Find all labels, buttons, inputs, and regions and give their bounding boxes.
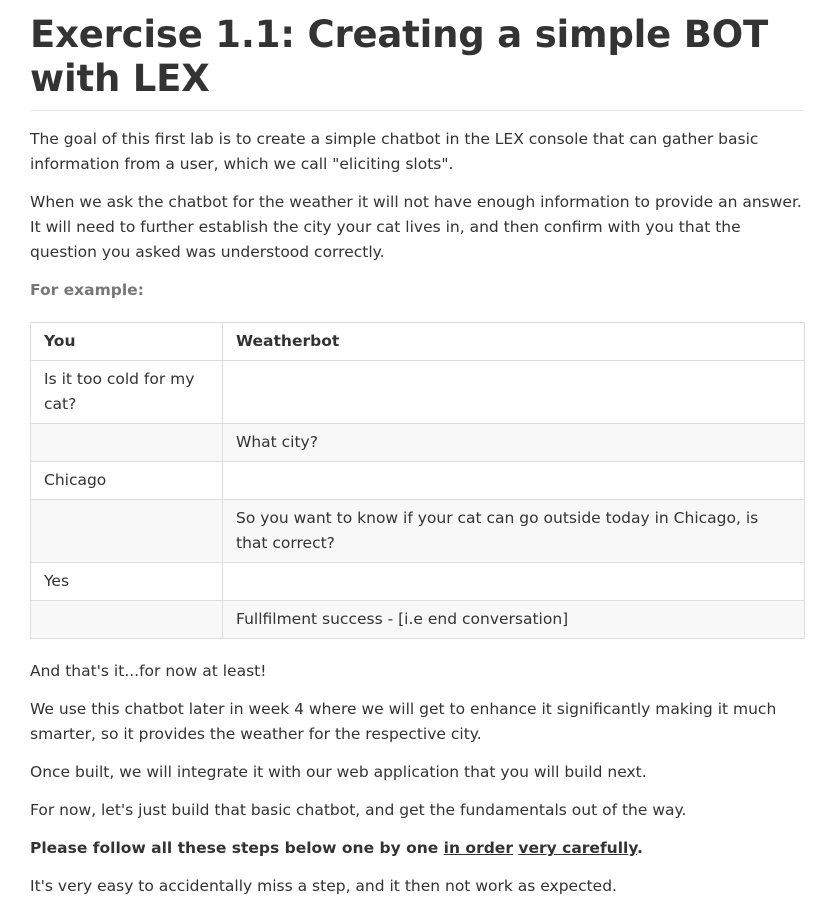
weatherbot-cell: What city? [222, 423, 805, 462]
you-cell [30, 600, 223, 639]
title-divider [30, 110, 804, 111]
warning-paragraph: It's very easy to accidentally miss a st… [30, 877, 617, 895]
header-you: You [30, 322, 223, 361]
weatherbot-cell [222, 562, 805, 601]
outro-paragraph-integrate: Once built, we will integrate it with ou… [30, 763, 647, 781]
instruction-prefix: Please follow all these steps below one … [30, 839, 444, 857]
table-row: What city? [30, 423, 805, 462]
weatherbot-cell [222, 461, 805, 500]
outro-paragraph-thats-it: And that's it...for now at least! [30, 662, 267, 680]
instruction-suffix: . [637, 839, 643, 857]
page-title: Exercise 1.1: Creating a simple BOT with… [30, 13, 769, 100]
weatherbot-cell: Fullfilment success - [i.e end conversat… [222, 600, 805, 639]
intro-paragraph-weather: When we ask the chatbot for the weather … [30, 193, 802, 261]
instruction-paragraph: Please follow all these steps below one … [30, 836, 804, 861]
instruction-text: Please follow all these steps below one … [30, 839, 643, 857]
table-row: Is it too cold for my cat? [30, 360, 805, 424]
exercise-page: Exercise 1.1: Creating a simple BOT with… [0, 0, 834, 899]
table-row: So you want to know if your cat can go o… [30, 499, 805, 563]
very-carefully-emphasis: very carefully [518, 839, 638, 857]
table-row: Fullfilment success - [i.e end conversat… [30, 600, 805, 639]
table-header-row: You Weatherbot [30, 322, 805, 361]
outro-paragraph-fundamentals: For now, let's just build that basic cha… [30, 801, 687, 819]
table-row: Chicago [30, 461, 805, 500]
header-weatherbot: Weatherbot [222, 322, 805, 361]
intro-paragraph-goal: The goal of this first lab is to create … [30, 130, 759, 173]
you-cell: Is it too cold for my cat? [30, 360, 223, 424]
outro-paragraph-week4: We use this chatbot later in week 4 wher… [30, 700, 777, 743]
weatherbot-cell: So you want to know if your cat can go o… [222, 499, 805, 563]
weatherbot-cell [222, 360, 805, 424]
you-cell: Chicago [30, 461, 223, 500]
table-row: Yes [30, 562, 805, 601]
in-order-emphasis: in order [443, 839, 513, 857]
you-cell [30, 423, 223, 462]
conversation-table: You Weatherbot Is it too cold for my cat… [30, 322, 805, 639]
you-cell: Yes [30, 562, 223, 601]
example-label: For example: [30, 281, 144, 299]
you-cell [30, 499, 223, 563]
